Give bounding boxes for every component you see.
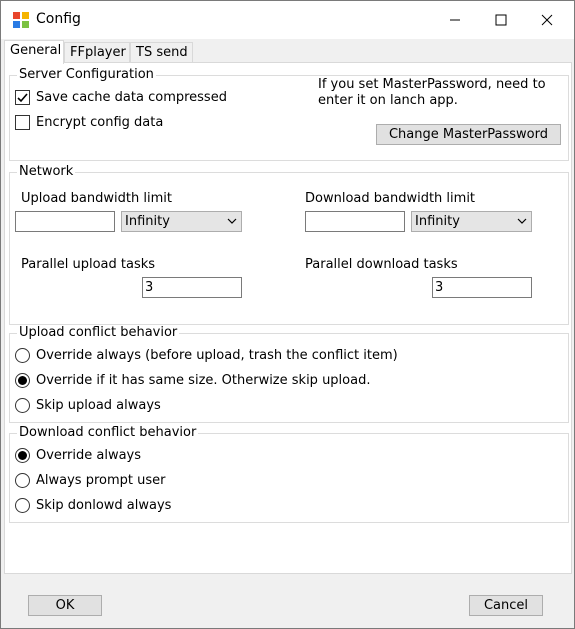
save-cache-checkbox[interactable] bbox=[15, 90, 30, 105]
master-password-note-line1: If you set MasterPassword, need to bbox=[318, 77, 546, 92]
upload-skip-always-radio[interactable] bbox=[15, 398, 30, 413]
download-bandwidth-input[interactable] bbox=[305, 211, 405, 232]
save-cache-label[interactable]: Save cache data compressed bbox=[36, 90, 227, 105]
download-unit-value: Infinity bbox=[415, 214, 460, 229]
network-legend: Network bbox=[17, 164, 76, 180]
upload-override-always-radio[interactable] bbox=[15, 348, 30, 363]
download-override-always-radio[interactable] bbox=[15, 448, 30, 463]
cancel-button[interactable]: Cancel bbox=[469, 595, 543, 616]
upload-override-same-size-radio[interactable] bbox=[15, 373, 30, 388]
title-bar[interactable]: Config bbox=[1, 1, 574, 39]
minimize-icon bbox=[450, 19, 460, 21]
download-override-always-label[interactable]: Override always bbox=[36, 448, 141, 463]
encrypt-config-checkbox[interactable] bbox=[15, 115, 30, 130]
tab-ffplayer[interactable]: FFplayer bbox=[64, 42, 130, 63]
ok-button[interactable]: OK bbox=[28, 595, 102, 616]
tab-general[interactable]: General bbox=[4, 40, 64, 64]
server-config-legend: Server Configuration bbox=[17, 67, 156, 83]
maximize-button[interactable] bbox=[478, 1, 524, 39]
upload-bandwidth-input[interactable] bbox=[15, 211, 115, 232]
upload-bandwidth-label: Upload bandwidth limit bbox=[21, 191, 172, 206]
chevron-down-icon bbox=[517, 218, 527, 224]
app-icon bbox=[13, 12, 29, 28]
download-conflict-legend: Download conflict behavior bbox=[17, 425, 199, 441]
download-skip-always-label[interactable]: Skip donlowd always bbox=[36, 498, 171, 513]
tab-ts-send[interactable]: TS send bbox=[130, 42, 193, 63]
upload-conflict-legend: Upload conflict behavior bbox=[17, 325, 180, 341]
close-button[interactable] bbox=[524, 1, 570, 39]
radio-selected-dot bbox=[18, 451, 27, 460]
maximize-icon bbox=[495, 14, 507, 26]
parallel-download-input[interactable]: 3 bbox=[432, 277, 532, 298]
upload-override-same-size-label[interactable]: Override if it has same size. Otherwize … bbox=[36, 373, 370, 388]
change-master-password-button[interactable]: Change MasterPassword bbox=[376, 124, 561, 145]
master-password-note-line2: enter it on lanch app. bbox=[318, 93, 458, 108]
checkmark-icon bbox=[17, 93, 28, 103]
radio-selected-dot bbox=[18, 376, 27, 385]
parallel-upload-input[interactable]: 3 bbox=[142, 277, 242, 298]
upload-bandwidth-unit-select[interactable]: Infinity bbox=[121, 211, 242, 232]
parallel-download-label: Parallel download tasks bbox=[305, 257, 458, 272]
upload-skip-always-label[interactable]: Skip upload always bbox=[36, 398, 161, 413]
minimize-button[interactable] bbox=[432, 1, 478, 39]
download-prompt-user-label[interactable]: Always prompt user bbox=[36, 473, 165, 488]
download-bandwidth-unit-select[interactable]: Infinity bbox=[411, 211, 532, 232]
download-skip-always-radio[interactable] bbox=[15, 498, 30, 513]
window-title: Config bbox=[36, 11, 81, 27]
encrypt-config-label[interactable]: Encrypt config data bbox=[36, 115, 163, 130]
upload-override-always-label[interactable]: Override always (before upload, trash th… bbox=[36, 348, 398, 363]
download-bandwidth-label: Download bandwidth limit bbox=[305, 191, 476, 206]
parallel-upload-label: Parallel upload tasks bbox=[21, 257, 156, 272]
general-tab-panel: Server Configuration Save cache data com… bbox=[4, 62, 572, 574]
upload-unit-value: Infinity bbox=[125, 214, 170, 229]
config-window: Config General FFplayer TS send Server C… bbox=[0, 0, 575, 629]
download-prompt-user-radio[interactable] bbox=[15, 473, 30, 488]
close-icon bbox=[541, 14, 553, 26]
chevron-down-icon bbox=[227, 218, 237, 224]
